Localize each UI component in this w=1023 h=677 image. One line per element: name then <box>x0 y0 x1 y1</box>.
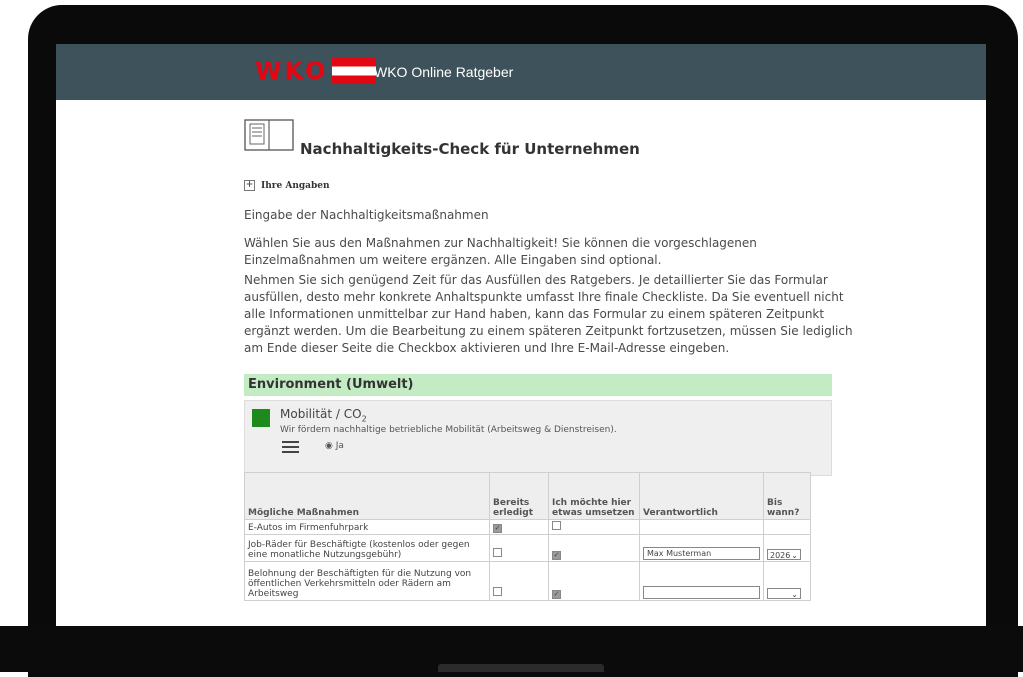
measures-table: Mögliche Maßnahmen Bereits erledigt Ich … <box>244 472 811 601</box>
measure-label: E-Autos im Firmenfuhrpark <box>244 519 490 535</box>
col-header-responsible: Verantwortlich <box>639 472 764 520</box>
deadline-value: 2026 <box>770 551 791 560</box>
cell-deadline: ⌄ <box>763 561 811 601</box>
wko-logo[interactable]: WKO <box>255 57 377 85</box>
toggle-label: Ihre Angaben <box>261 180 330 191</box>
austria-flag-icon <box>332 58 377 84</box>
radio-icon[interactable]: ◉ <box>325 441 333 451</box>
header-title: WKO Online Ratgeber <box>374 64 514 80</box>
responsible-input[interactable] <box>643 586 760 599</box>
cell-done: ✓ <box>489 519 549 535</box>
cell-responsible <box>639 561 764 601</box>
checkbox-icon[interactable]: ✓ <box>552 590 561 599</box>
table-row: Belohnung der Beschäftigten für die Nutz… <box>244 561 811 601</box>
checkbox-icon[interactable] <box>493 587 502 596</box>
cell-deadline <box>763 519 811 535</box>
dropdown-arrow-icon: ⌄ <box>791 551 798 560</box>
table-row: E-Autos im Firmenfuhrpark ✓ <box>244 519 811 535</box>
cell-responsible <box>639 519 764 535</box>
cell-want <box>548 519 640 535</box>
hamburger-icon[interactable] <box>282 441 299 453</box>
laptop-notch <box>438 664 604 672</box>
ihre-angaben-toggle[interactable]: + Ihre Angaben <box>244 180 330 191</box>
cell-done <box>489 534 549 562</box>
section-subtitle: Eingabe der Nachhaltigkeitsmaßnahmen <box>244 208 489 222</box>
table-row: Job-Räder für Beschäftigte (kostenlos od… <box>244 534 811 562</box>
cell-want: ✓ <box>548 534 640 562</box>
section-header-environment: Environment (Umwelt) <box>244 374 832 396</box>
table-header-row: Mögliche Maßnahmen Bereits erledigt Ich … <box>244 472 811 520</box>
deadline-select[interactable]: 2026 ⌄ <box>767 549 801 560</box>
col-header-measures: Mögliche Maßnahmen <box>244 472 490 520</box>
cell-done <box>489 561 549 601</box>
responsible-input[interactable]: Max Musterman <box>643 547 760 560</box>
category-mobility: Mobilität / CO2 Wir fördern nachhaltige … <box>244 400 832 476</box>
cell-deadline: 2026 ⌄ <box>763 534 811 562</box>
cell-responsible: Max Musterman <box>639 534 764 562</box>
book-icon <box>244 119 294 151</box>
category-description: Wir fördern nachhaltige betriebliche Mob… <box>280 425 617 435</box>
col-header-want: Ich möchte hier etwas umsetzen <box>548 472 640 520</box>
checkbox-icon[interactable] <box>493 548 502 557</box>
deadline-select[interactable]: ⌄ <box>767 588 801 599</box>
browser-screen: WKO WKO Online Ratgeber Nachhaltigkeits-… <box>56 44 986 626</box>
col-header-deadline: Bis wann? <box>763 472 811 520</box>
logo-letters: WKO <box>255 57 329 85</box>
plus-toggle-icon[interactable]: + <box>244 180 255 191</box>
radio-label: Ja <box>335 441 344 451</box>
cell-want: ✓ <box>548 561 640 601</box>
dropdown-arrow-icon: ⌄ <box>791 590 798 599</box>
measure-label: Belohnung der Beschäftigten für die Nutz… <box>244 561 490 601</box>
intro-paragraph: Wählen Sie aus den Maßnahmen zur Nachhal… <box>244 236 757 267</box>
checkbox-icon[interactable]: ✓ <box>493 524 502 533</box>
instructions-paragraph: Nehmen Sie sich genügend Zeit für das Au… <box>244 273 853 355</box>
checkbox-icon[interactable] <box>552 521 561 530</box>
page-title: Nachhaltigkeits-Check für Unternehmen <box>300 140 640 158</box>
category-title: Mobilität / CO2 <box>280 407 367 424</box>
radio-ja[interactable]: ◉ Ja <box>325 441 344 451</box>
category-marker <box>252 409 270 427</box>
checkbox-icon[interactable]: ✓ <box>552 551 561 560</box>
col-header-done: Bereits erledigt <box>489 472 549 520</box>
measure-label: Job-Räder für Beschäftigte (kostenlos od… <box>244 534 490 562</box>
header-bar: WKO WKO Online Ratgeber <box>56 44 986 100</box>
